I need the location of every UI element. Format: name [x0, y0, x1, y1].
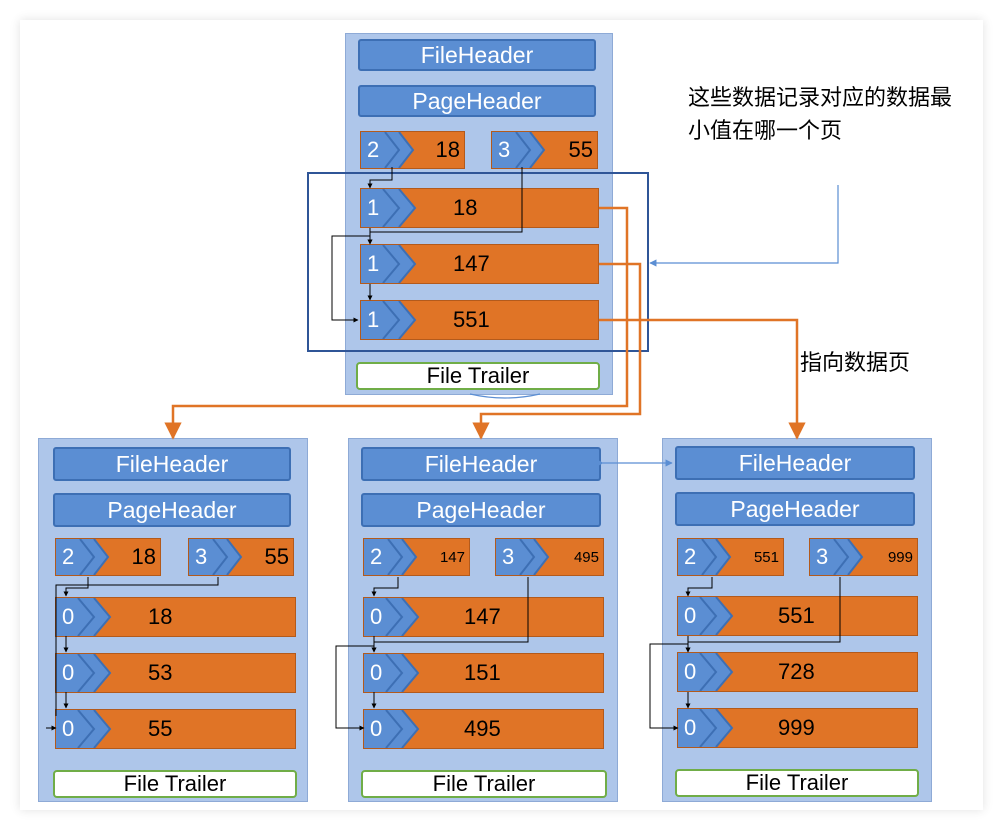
- record-value: 147: [464, 604, 501, 629]
- leaf-page-middle: FileHeader PageHeader 2 147 3 495 0 147 …: [348, 438, 618, 802]
- record-value: 495: [464, 716, 501, 741]
- leaf-mid-directory-slot: 3 495: [495, 538, 604, 576]
- slot-value: 18: [435, 137, 460, 162]
- leaf-mid-directory-slot: 2 147: [363, 538, 470, 576]
- root-page-directory-slot: 2 18: [360, 131, 465, 169]
- slot-number: 2: [684, 544, 697, 569]
- record-value: 151: [464, 660, 501, 685]
- record-value: 18: [148, 604, 173, 629]
- root-page-directory-slot: 3 55: [491, 131, 598, 169]
- slot-number: 3: [195, 544, 208, 569]
- leaf-right-file-header: FileHeader: [675, 446, 915, 480]
- data-page-pointer-annotation: 指向数据页: [800, 351, 911, 376]
- record-type: 0: [62, 604, 75, 629]
- slot-number: 3: [816, 544, 829, 569]
- root-file-trailer: File Trailer: [356, 362, 600, 390]
- leaf-right-page-header: PageHeader: [675, 492, 915, 526]
- record-value: 551: [778, 603, 815, 628]
- root-file-header: FileHeader: [358, 39, 596, 71]
- record-type: 0: [62, 716, 75, 741]
- leaf-right-record: 0 728: [677, 652, 918, 692]
- leaf-left-file-trailer: File Trailer: [53, 770, 297, 798]
- leaf-left-record: 0 18: [55, 597, 296, 637]
- leaf-left-page-header: PageHeader: [53, 493, 291, 527]
- leaf-mid-file-header: FileHeader: [361, 447, 601, 481]
- record-value: 53: [148, 660, 173, 685]
- slot-value: 495: [573, 548, 599, 566]
- leaf-left-record: 0 53: [55, 653, 296, 693]
- leaf-right-record: 0 999: [677, 708, 918, 748]
- record-type: 0: [370, 660, 383, 685]
- slot-value: 55: [568, 137, 593, 162]
- record-value: 55: [148, 716, 173, 741]
- slot-value: 147: [439, 548, 465, 566]
- record-type: 0: [684, 603, 697, 628]
- slot-number: 3: [502, 544, 515, 569]
- leaf-left-directory-slot: 3 55: [188, 538, 294, 576]
- leaf-page-right: FileHeader PageHeader 2 551 3 999 0 551 …: [662, 438, 932, 802]
- slot-value: 55: [264, 544, 289, 569]
- record-value: 999: [778, 715, 815, 740]
- record-type: 0: [684, 659, 697, 684]
- leaf-mid-record: 0 151: [363, 653, 604, 693]
- slot-number: 3: [498, 137, 511, 162]
- root-records-highlight-box: [307, 172, 649, 352]
- record-value: 728: [778, 659, 815, 684]
- leaf-right-record: 0 551: [677, 596, 918, 636]
- leaf-mid-record: 0 495: [363, 709, 604, 749]
- leaf-page-left: FileHeader PageHeader 2 18 3 55 0 18 0 5…: [38, 438, 308, 802]
- min-value-annotation: 这些数据记录对应的数据最小值在哪一个页: [688, 86, 953, 144]
- slot-value: 551: [753, 548, 779, 566]
- root-page-header: PageHeader: [358, 85, 596, 117]
- record-type: 0: [370, 716, 383, 741]
- leaf-right-directory-slot: 2 551: [677, 538, 784, 576]
- leaf-mid-page-header: PageHeader: [361, 493, 601, 527]
- leaf-left-directory-slot: 2 18: [55, 538, 161, 576]
- record-type: 0: [370, 604, 383, 629]
- slot-number: 2: [370, 544, 383, 569]
- slot-number: 2: [62, 544, 75, 569]
- record-type: 0: [684, 715, 697, 740]
- slot-number: 2: [367, 137, 380, 162]
- leaf-left-record: 0 55: [55, 709, 296, 749]
- slot-value: 999: [887, 548, 913, 566]
- leaf-right-file-trailer: File Trailer: [675, 769, 919, 797]
- leaf-right-directory-slot: 3 999: [809, 538, 918, 576]
- record-type: 0: [62, 660, 75, 685]
- slot-value: 18: [131, 544, 156, 569]
- leaf-left-file-header: FileHeader: [53, 447, 291, 481]
- leaf-mid-file-trailer: File Trailer: [361, 770, 607, 798]
- leaf-mid-record: 0 147: [363, 597, 604, 637]
